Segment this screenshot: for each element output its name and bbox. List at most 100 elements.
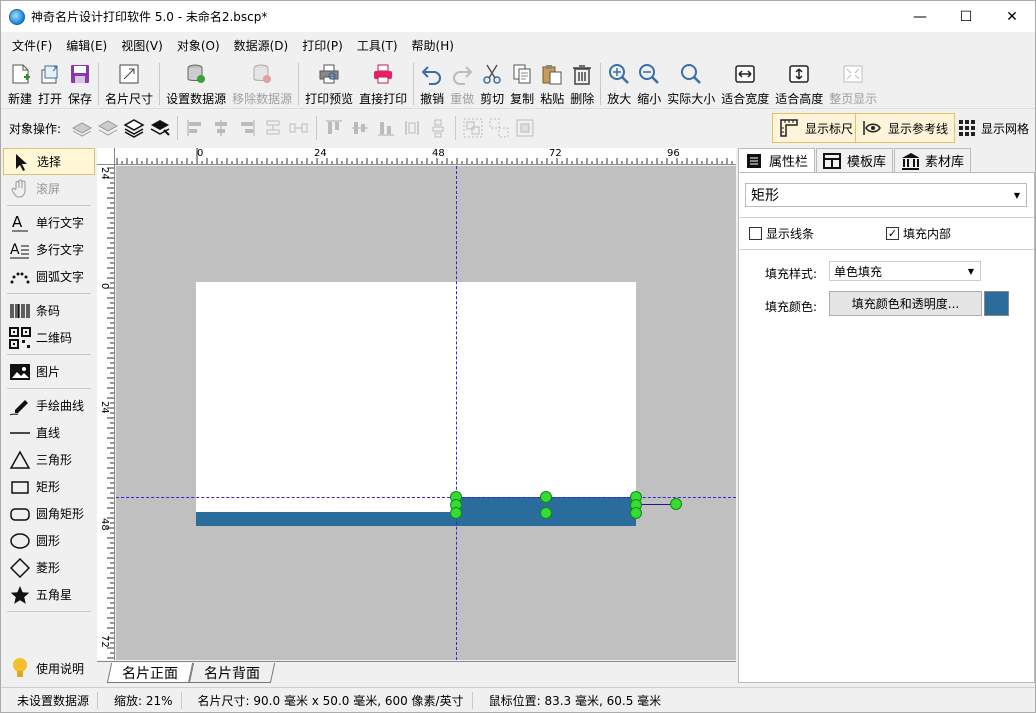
tool-line[interactable]: 直线 bbox=[3, 419, 95, 446]
tool-freehand[interactable]: 手绘曲线 bbox=[3, 392, 95, 419]
tool-circle[interactable]: 圆形 bbox=[3, 527, 95, 554]
tool-arc-text[interactable]: 圆弧文字 bbox=[3, 263, 95, 290]
menu-tools[interactable]: 工具(T) bbox=[350, 37, 405, 54]
set-datasource-button[interactable]: 设置数据源 bbox=[163, 59, 229, 107]
bring-forward-icon[interactable] bbox=[69, 115, 95, 141]
menu-help[interactable]: 帮助(H) bbox=[405, 37, 461, 54]
group-icon[interactable] bbox=[460, 115, 486, 141]
zoom-out-button[interactable]: 缩小 bbox=[634, 59, 664, 107]
guide-line-horizontal[interactable] bbox=[116, 497, 736, 498]
tab-materials[interactable]: 素材库 bbox=[894, 148, 972, 172]
resize-handle-top[interactable] bbox=[540, 491, 552, 503]
new-file-icon bbox=[8, 62, 32, 86]
tab-card-back[interactable]: 名片背面 bbox=[188, 663, 276, 683]
print-preview-button[interactable]: 打印预览 bbox=[302, 59, 356, 107]
fill-style-select[interactable]: 单色填充 ▼ bbox=[829, 261, 981, 281]
menu-datasource[interactable]: 数据源(D) bbox=[227, 37, 296, 54]
delete-button[interactable]: 删除 bbox=[567, 59, 597, 107]
menu-view[interactable]: 视图(V) bbox=[114, 37, 170, 54]
align-middle-icon[interactable] bbox=[347, 115, 373, 141]
rotation-handle[interactable] bbox=[670, 498, 682, 510]
tool-single-text[interactable]: A 单行文字 bbox=[3, 209, 95, 236]
redo-button[interactable]: 重做 bbox=[447, 59, 477, 107]
tool-rectangle[interactable]: 矩形 bbox=[3, 473, 95, 500]
align-top-icon[interactable] bbox=[321, 115, 347, 141]
fill-color-button[interactable]: 填充颜色和透明度... bbox=[829, 291, 982, 316]
tool-qrcode[interactable]: 二维码 bbox=[3, 324, 95, 351]
menu-edit[interactable]: 编辑(E) bbox=[59, 37, 114, 54]
fit-width-button[interactable]: 适合宽度 bbox=[718, 59, 772, 107]
same-width-icon[interactable] bbox=[399, 115, 425, 141]
tool-select[interactable]: 选择 bbox=[3, 148, 95, 175]
distribute-h-icon[interactable] bbox=[260, 115, 286, 141]
tab-templates[interactable]: 模板库 bbox=[816, 148, 894, 172]
design-canvas[interactable] bbox=[116, 166, 736, 660]
tool-multi-text[interactable]: A 多行文字 bbox=[3, 236, 95, 263]
zoom-in-button[interactable]: 放大 bbox=[604, 59, 634, 107]
menu-file[interactable]: 文件(F) bbox=[5, 37, 59, 54]
direct-print-button[interactable]: 直接打印 bbox=[356, 59, 410, 107]
tool-barcode[interactable]: 条码 bbox=[3, 297, 95, 324]
tool-image[interactable]: 图片 bbox=[3, 358, 95, 385]
bring-to-front-icon[interactable] bbox=[121, 115, 147, 141]
paste-button[interactable]: 粘贴 bbox=[537, 59, 567, 107]
checkmark-icon: ✓ bbox=[886, 227, 899, 240]
tool-star[interactable]: 五角星 bbox=[3, 581, 95, 608]
tool-round-rect[interactable]: 圆角矩形 bbox=[3, 500, 95, 527]
lock-object-icon[interactable] bbox=[512, 115, 538, 141]
send-to-back-icon[interactable] bbox=[147, 115, 173, 141]
diamond-icon bbox=[8, 557, 32, 579]
fill-style-label: 填充样式: bbox=[765, 267, 818, 281]
new-button[interactable]: 新建 bbox=[5, 59, 35, 107]
tool-divider bbox=[7, 205, 91, 206]
open-button[interactable]: 打开 bbox=[35, 59, 65, 107]
distribute-v-icon[interactable] bbox=[286, 115, 312, 141]
maximize-button[interactable]: ☐ bbox=[943, 1, 989, 32]
resize-handle-bottom-left[interactable] bbox=[450, 507, 462, 519]
fill-inside-checkbox[interactable]: ✓ 填充内部 bbox=[886, 225, 951, 242]
list-icon bbox=[745, 152, 763, 170]
ungroup-icon[interactable] bbox=[486, 115, 512, 141]
tab-properties[interactable]: 属性栏 bbox=[738, 148, 816, 172]
align-center-h-icon[interactable] bbox=[208, 115, 234, 141]
show-grid-toggle[interactable]: 显示网格 bbox=[951, 113, 1035, 143]
shape-type-select[interactable]: 矩形 ▼ bbox=[745, 183, 1027, 207]
menu-object[interactable]: 对象(O) bbox=[170, 37, 227, 54]
same-height-icon[interactable] bbox=[425, 115, 451, 141]
card-bottom-band[interactable] bbox=[196, 512, 636, 526]
undo-button[interactable]: 撤销 bbox=[417, 59, 447, 107]
fill-color-swatch[interactable] bbox=[984, 291, 1009, 316]
guide-line-vertical[interactable] bbox=[456, 166, 457, 660]
resize-handle-bottom[interactable] bbox=[540, 507, 552, 519]
tool-pan[interactable]: 滚屏 bbox=[3, 175, 95, 202]
fit-width-icon bbox=[733, 62, 757, 86]
show-border-checkbox[interactable]: 显示线条 bbox=[749, 225, 814, 242]
minimize-button[interactable]: — bbox=[897, 1, 943, 32]
show-guides-toggle[interactable]: 显示参考线 bbox=[855, 113, 956, 143]
help-button[interactable]: 使用说明 bbox=[3, 654, 95, 682]
copy-button[interactable]: 复制 bbox=[507, 59, 537, 107]
resize-handle-bottom-right[interactable] bbox=[630, 507, 642, 519]
page-fit-button[interactable]: 整页显示 bbox=[826, 59, 880, 107]
tool-triangle[interactable]: 三角形 bbox=[3, 446, 95, 473]
align-right-icon[interactable] bbox=[234, 115, 260, 141]
save-button[interactable]: 保存 bbox=[65, 59, 95, 107]
menu-print[interactable]: 打印(P) bbox=[295, 37, 350, 54]
fit-height-button[interactable]: 适合高度 bbox=[772, 59, 826, 107]
business-card-page[interactable] bbox=[196, 282, 636, 526]
close-button[interactable]: ✕ bbox=[989, 1, 1035, 32]
card-size-button[interactable]: 名片尺寸 bbox=[102, 59, 156, 107]
tab-card-front[interactable]: 名片正面 bbox=[106, 663, 194, 683]
remove-datasource-button[interactable]: 移除数据源 bbox=[229, 59, 295, 107]
show-ruler-toggle[interactable]: 显示标尺 bbox=[772, 113, 861, 143]
align-left-icon[interactable] bbox=[182, 115, 208, 141]
ruler-left[interactable]: 24 0 24 48 72 bbox=[97, 165, 115, 660]
barcode-icon bbox=[8, 300, 32, 322]
rectangle-icon bbox=[8, 476, 32, 498]
send-backward-icon[interactable] bbox=[95, 115, 121, 141]
tool-diamond[interactable]: 菱形 bbox=[3, 554, 95, 581]
ruler-top[interactable]: 0 24 48 72 96 bbox=[115, 148, 736, 165]
align-bottom-icon[interactable] bbox=[373, 115, 399, 141]
cut-button[interactable]: 剪切 bbox=[477, 59, 507, 107]
actual-size-button[interactable]: 实际大小 bbox=[664, 59, 718, 107]
